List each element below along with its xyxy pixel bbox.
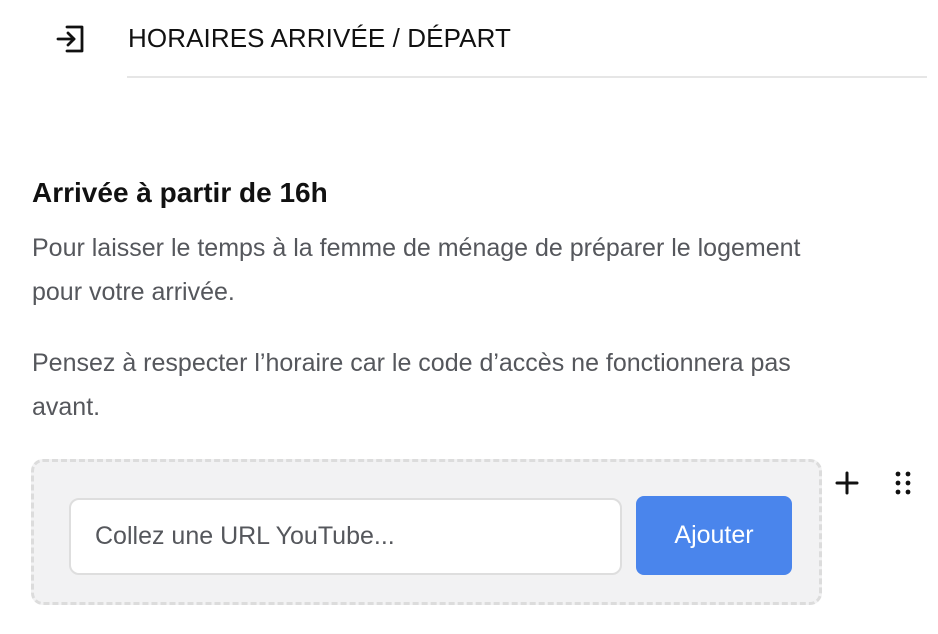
section-title: HORAIRES ARRIVÉE / DÉPART (128, 23, 511, 53)
paragraph-cleaning-time[interactable]: Pour laisser le temps à la femme de ména… (32, 226, 852, 314)
content-heading[interactable]: Arrivée à partir de 16h (32, 174, 328, 212)
plus-icon (832, 468, 862, 503)
add-video-button[interactable]: Ajouter (636, 496, 792, 575)
youtube-embed-block: Ajouter (31, 459, 822, 605)
youtube-url-input[interactable] (69, 498, 622, 575)
paragraph-access-code[interactable]: Pensez à respecter l’horaire car le code… (32, 341, 852, 429)
section-header: HORAIRES ARRIVÉE / DÉPART (0, 0, 938, 78)
sign-in-icon (54, 22, 88, 56)
header-divider (127, 76, 927, 78)
add-block-button[interactable] (832, 470, 862, 500)
drag-handle-icon (888, 468, 918, 503)
drag-handle-button[interactable] (888, 470, 918, 500)
